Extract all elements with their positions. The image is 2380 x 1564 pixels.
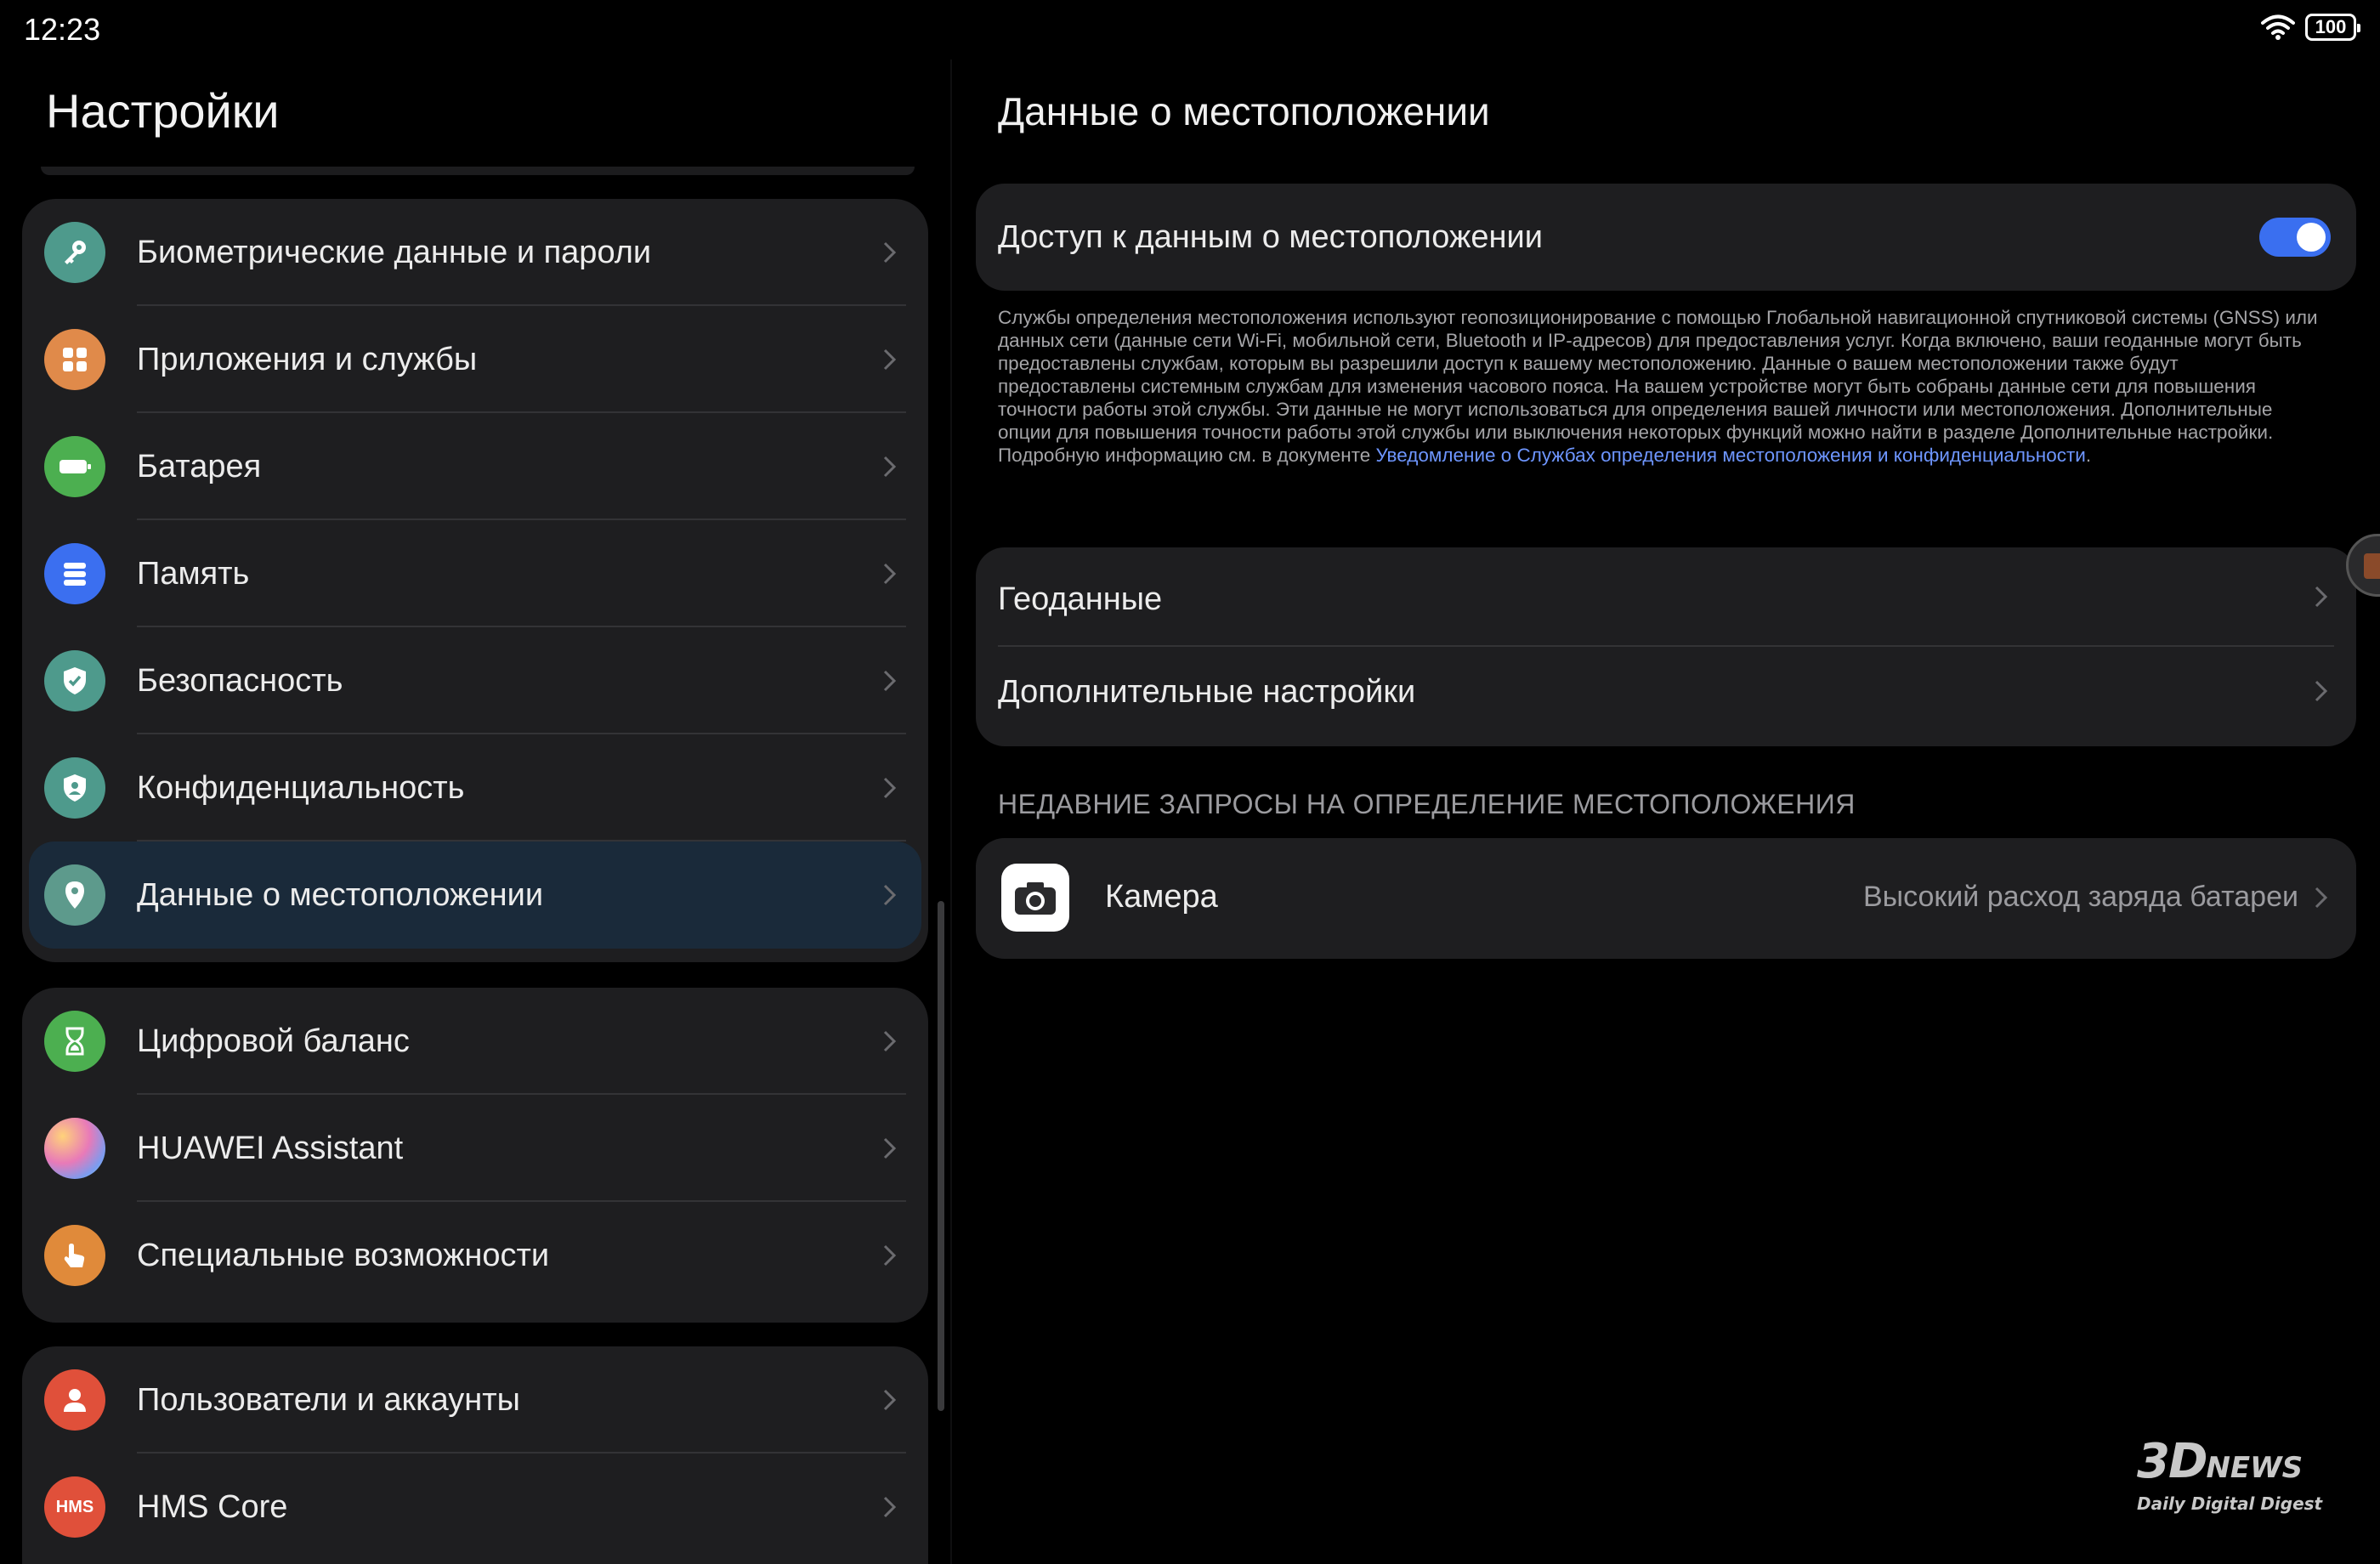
page-title: Данные о местоположении bbox=[998, 89, 1490, 133]
settings-item-label: Безопасность bbox=[137, 662, 343, 699]
menu-item-label: Геоданные bbox=[998, 581, 1163, 617]
settings-item-label: Пользователи и аккаунты bbox=[137, 1381, 520, 1418]
settings-group-1: Биометрические данные и пароли Приложени… bbox=[22, 199, 928, 962]
recent-requests-header: НЕДАВНИЕ ЗАПРОСЫ НА ОПРЕДЕЛЕНИЕ МЕСТОПОЛ… bbox=[998, 789, 1856, 819]
settings-item-battery[interactable]: Батарея bbox=[22, 413, 928, 520]
site-watermark: 3DNEWS Daily Digital Digest bbox=[2137, 1438, 2323, 1515]
settings-item-biometrics[interactable]: Биометрические данные и пароли bbox=[22, 199, 928, 306]
hand-touch-icon bbox=[44, 1225, 105, 1286]
settings-item-label: Специальные возможности bbox=[137, 1237, 550, 1273]
chevron-right-icon bbox=[883, 1496, 897, 1518]
recent-app-name: Камера bbox=[1105, 879, 1218, 915]
settings-item-storage[interactable]: Память bbox=[22, 520, 928, 627]
settings-item-label: Конфиденциальность bbox=[137, 769, 465, 806]
privacy-notice-link[interactable]: Уведомление о Службах определения местоп… bbox=[1376, 445, 2086, 466]
status-time: 12:23 bbox=[24, 12, 101, 47]
description-text: Службы определения местоположения исполь… bbox=[998, 307, 2318, 466]
settings-item-label: Данные о местоположении bbox=[137, 876, 544, 913]
apps-grid-icon bbox=[44, 329, 105, 390]
key-icon bbox=[44, 222, 105, 283]
settings-group-3: Пользователи и аккаунты HMS HMS Core bbox=[22, 1346, 928, 1564]
wifi-icon bbox=[2261, 14, 2295, 40]
watermark-brand: 3D bbox=[2137, 1434, 2207, 1489]
menu-item-advanced-settings[interactable]: Дополнительные настройки bbox=[976, 647, 2356, 746]
battery-status-icon: 100 bbox=[2305, 14, 2360, 41]
settings-item-label: Биометрические данные и пароли bbox=[137, 234, 652, 270]
settings-item-apps[interactable]: Приложения и службы bbox=[22, 306, 928, 413]
chevron-right-icon bbox=[883, 670, 897, 692]
settings-item-label: Память bbox=[137, 555, 250, 592]
hourglass-icon bbox=[44, 1011, 105, 1072]
location-pin-icon bbox=[44, 864, 105, 926]
chevron-right-icon bbox=[883, 1137, 897, 1159]
location-access-toggle[interactable] bbox=[2259, 218, 2331, 257]
chevron-right-icon bbox=[2315, 586, 2328, 608]
location-menu-card: Геоданные Дополнительные настройки bbox=[976, 547, 2356, 746]
watermark-tagline: Daily Digital Digest bbox=[2137, 1493, 2323, 1514]
chevron-right-icon bbox=[883, 456, 897, 478]
chevron-right-icon bbox=[2315, 887, 2328, 909]
chevron-right-icon bbox=[2315, 680, 2328, 702]
privacy-shield-icon bbox=[44, 757, 105, 819]
battery-icon bbox=[44, 436, 105, 497]
chevron-right-icon bbox=[883, 241, 897, 264]
chevron-right-icon bbox=[883, 1244, 897, 1266]
settings-item-digital-balance[interactable]: Цифровой баланс bbox=[22, 988, 928, 1095]
recent-requests-card: Камера Высокий расход заряда батареи bbox=[976, 838, 2356, 959]
hms-icon: HMS bbox=[44, 1476, 105, 1538]
settings-item-accessibility[interactable]: Специальные возможности bbox=[22, 1202, 928, 1309]
status-icons: 100 bbox=[2261, 14, 2360, 41]
settings-item-privacy[interactable]: Конфиденциальность bbox=[22, 734, 928, 842]
left-scrollbar[interactable] bbox=[938, 901, 944, 1411]
settings-item-users-accounts[interactable]: Пользователи и аккаунты bbox=[22, 1346, 928, 1454]
settings-item-label: Батарея bbox=[137, 448, 262, 484]
chevron-right-icon bbox=[883, 777, 897, 799]
location-description: Службы определения местоположения исполь… bbox=[998, 306, 2320, 467]
recent-app-status: Высокий расход заряда батареи bbox=[1863, 881, 2298, 913]
description-end: . bbox=[2085, 445, 2092, 466]
shield-check-icon bbox=[44, 650, 105, 711]
menu-item-label: Дополнительные настройки bbox=[998, 674, 1416, 710]
location-access-card: Доступ к данным о местоположении bbox=[976, 184, 2356, 291]
settings-group-2: Цифровой баланс HUAWEI Assistant Специал… bbox=[22, 988, 928, 1323]
settings-title: Настройки bbox=[46, 84, 280, 138]
settings-item-label: HUAWEI Assistant bbox=[137, 1130, 404, 1166]
camera-icon bbox=[1001, 864, 1069, 932]
assistant-icon bbox=[44, 1118, 105, 1179]
settings-item-label: Приложения и службы bbox=[137, 341, 478, 377]
user-icon bbox=[44, 1369, 105, 1431]
settings-item-location[interactable]: Данные о местоположении bbox=[29, 842, 921, 949]
settings-item-label: Цифровой баланс bbox=[137, 1023, 410, 1059]
storage-icon bbox=[44, 543, 105, 604]
settings-item-security[interactable]: Безопасность bbox=[22, 627, 928, 734]
chevron-right-icon bbox=[883, 348, 897, 371]
settings-item-huawei-assistant[interactable]: HUAWEI Assistant bbox=[22, 1095, 928, 1202]
settings-item-label: HMS Core bbox=[137, 1488, 288, 1525]
location-access-row[interactable]: Доступ к данным о местоположении bbox=[976, 184, 2356, 291]
pane-divider bbox=[950, 60, 952, 1564]
chevron-right-icon bbox=[883, 563, 897, 585]
chevron-right-icon bbox=[883, 1389, 897, 1411]
menu-item-geodata[interactable]: Геоданные bbox=[976, 547, 2356, 647]
watermark-brand-suffix: NEWS bbox=[2206, 1451, 2304, 1485]
search-bar-edge[interactable] bbox=[41, 167, 915, 175]
chevron-right-icon bbox=[883, 884, 897, 906]
battery-level: 100 bbox=[2315, 16, 2347, 37]
location-access-label: Доступ к данным о местоположении bbox=[998, 219, 1543, 255]
settings-item-hms-core[interactable]: HMS HMS Core bbox=[22, 1454, 928, 1561]
recent-request-camera[interactable]: Камера Высокий расход заряда батареи bbox=[976, 838, 2356, 959]
chevron-right-icon bbox=[883, 1030, 897, 1052]
